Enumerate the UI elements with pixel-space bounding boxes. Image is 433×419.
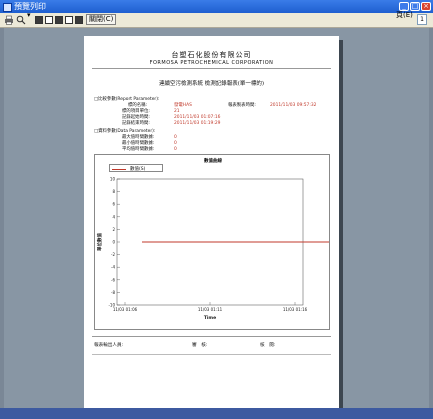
y-tick-label: -4 (111, 265, 115, 270)
zoom-icon[interactable] (16, 15, 26, 25)
label-start: 記錄起始時間: (122, 115, 150, 120)
company-name-cn: 台塑石化股份有限公司 (171, 51, 252, 59)
header-divider (92, 68, 331, 69)
chart-frame: 數值曲線 數值(S) -10 -8 -6 -4 -2 0 2 4 6 8 10 11/03 01:06… (94, 154, 330, 330)
company-name-en: FORMOSA PETROCHEMICAL CORPORATION (149, 60, 274, 66)
sig-check-label: 核 閱: (260, 343, 276, 348)
sig-print-label: 報表輸出人員: (94, 343, 124, 348)
label-min: 最小值時間數據: (122, 141, 155, 146)
label-max: 最大值時間數據: (122, 135, 155, 140)
value-min: 0 (174, 141, 177, 146)
six-pages-icon[interactable] (75, 16, 83, 24)
page-label: 頁(E) (396, 11, 413, 19)
y-axis-label: 單位數值 (96, 233, 103, 251)
signature-top-divider (92, 336, 331, 337)
toolbar: ▾ 關閉(C) 頁(E) 1 (0, 11, 433, 28)
value-unit: 21 (174, 109, 180, 114)
close-window-button[interactable]: × (421, 2, 431, 11)
value-item: 發電HAS (174, 103, 192, 108)
one-page-icon[interactable] (35, 16, 43, 24)
label-item: 標的名稱: (128, 103, 148, 108)
y-tick-label: 2 (112, 227, 115, 232)
report-page: 台塑石化股份有限公司 FORMOSA PETROCHEMICAL CORPORA… (84, 36, 339, 408)
label-unit: 標的項目單位: (122, 109, 150, 114)
y-tick-label: 10 (110, 177, 116, 182)
status-bar (0, 408, 433, 419)
y-tick-label: 4 (112, 214, 115, 219)
label-print-time: 報表製表時間: (228, 103, 256, 108)
zoom-dropdown-icon[interactable]: ▾ (27, 12, 31, 23)
signature-bottom-divider (92, 354, 331, 355)
value-end: 2011/11/03 01:19:29 (174, 121, 221, 126)
print-icon[interactable] (4, 15, 14, 25)
label-avg: 平均值時間數據: (122, 147, 155, 152)
maximize-button[interactable]: □ (410, 2, 420, 11)
y-tick-label: -6 (111, 277, 115, 282)
line-chart: -10-8-6-4-2024681011/03 01:06 11/03 01:11… (96, 177, 329, 321)
four-pages-icon[interactable] (65, 16, 73, 24)
y-tick-label: -2 (111, 252, 115, 257)
x-tick-label: 11/03 01:11 (198, 307, 223, 312)
x-tick-label: 11/03 01:16 (283, 307, 308, 312)
label-end: 記錄結束時間: (122, 121, 150, 126)
section-report-parameter: □比較參數(Report Parameter): (94, 97, 160, 102)
value-max: 0 (174, 135, 177, 140)
value-start: 2011/11/03 01:07:16 (174, 115, 221, 120)
two-pages-icon[interactable] (45, 16, 53, 24)
value-avg: 0 (174, 147, 177, 152)
y-tick-label: 6 (112, 202, 115, 207)
title-bar: 預覽列印 _ □ × (0, 0, 433, 13)
app-icon (3, 3, 12, 12)
three-pages-icon[interactable] (55, 16, 63, 24)
x-axis-label: Time (204, 315, 216, 321)
value-print-time: 2011/11/03 09:57:32 (270, 103, 317, 108)
page-spinner[interactable]: 1 (417, 14, 427, 25)
y-tick-label: -8 (111, 290, 115, 295)
close-preview-button[interactable]: 關閉(C) (86, 14, 117, 25)
y-tick-label: 0 (112, 240, 115, 245)
section-data-parameter: □資料參數(Data Parameter): (94, 129, 156, 134)
sig-review-label: 審 核: (192, 343, 208, 348)
minimize-button[interactable]: _ (399, 2, 409, 11)
x-tick-label: 11/03 01:06 (113, 307, 138, 312)
report-title: 連續空污檢測系統 檢測記錄報表(單一標的) (158, 81, 265, 87)
y-tick-label: 8 (112, 189, 115, 194)
